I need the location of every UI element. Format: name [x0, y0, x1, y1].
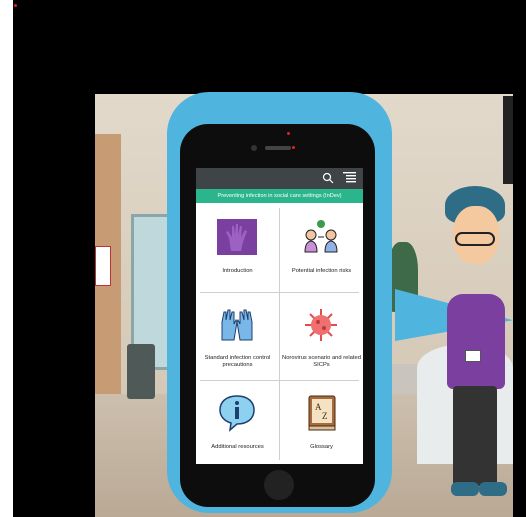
svg-text:Z: Z — [322, 411, 328, 421]
app-topbar — [196, 168, 363, 189]
left-shoe — [451, 482, 479, 496]
tile-standard-infection-control-precautions[interactable]: Standard infection control precautions — [196, 294, 279, 380]
app-title-banner: Preventing infection in social care sett… — [196, 189, 363, 203]
character-legs — [453, 386, 497, 486]
tile-label: Potential infection risks — [291, 268, 352, 274]
character-glasses — [455, 232, 495, 246]
name-badge — [465, 350, 481, 362]
cursor-dot — [287, 132, 290, 135]
phone-speaker — [265, 146, 291, 150]
front-camera — [251, 145, 257, 151]
tile-norovirus-scenario[interactable]: Norovirus scenario and related SICPs — [280, 294, 363, 380]
bin — [127, 344, 155, 399]
character-shirt — [447, 294, 505, 389]
cursor-dot — [292, 146, 295, 149]
hamburger-menu-icon[interactable] — [343, 171, 356, 185]
svg-text:A: A — [315, 402, 322, 412]
tile-potential-infection-risks[interactable]: Potential infection risks — [280, 206, 363, 292]
wall-monitor — [503, 96, 513, 184]
tile-label: Additional resources — [211, 444, 264, 450]
home-button[interactable] — [264, 470, 294, 500]
tile-glossary[interactable]: A Z Glossary — [280, 382, 363, 464]
dictionary-icon: A Z — [308, 395, 336, 431]
hand-icon — [217, 219, 257, 255]
tile-additional-resources[interactable]: Additional resources — [196, 382, 279, 464]
corner-marker — [14, 4, 17, 7]
tile-label: Glossary — [310, 444, 333, 450]
people-germ-icon — [304, 220, 338, 253]
tile-label: Introduction — [222, 268, 253, 274]
tile-label: Standard infection control precautions — [204, 355, 271, 368]
no-entry-sign — [95, 246, 111, 286]
gloves-icon — [221, 309, 253, 341]
info-bubble-icon — [219, 395, 255, 432]
virus-icon — [305, 309, 337, 341]
tile-label: Norovirus scenario and related SICPs — [282, 355, 361, 368]
search-icon[interactable] — [322, 172, 334, 184]
right-shoe — [479, 482, 507, 496]
tile-introduction[interactable]: Introduction — [196, 206, 279, 292]
app-screen: Preventing infection in social care sett… — [196, 168, 363, 464]
